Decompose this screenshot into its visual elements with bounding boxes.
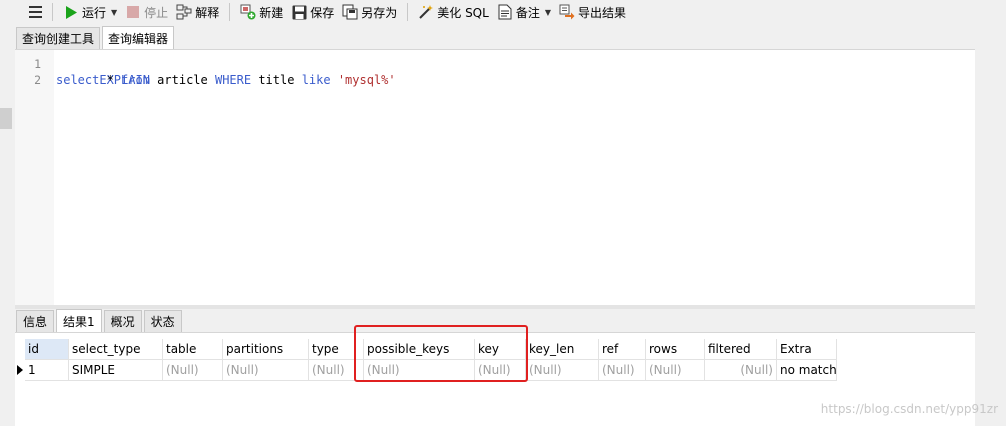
code-line[interactable]: select * from article WHERE title like '… xyxy=(56,72,396,88)
toolbar-separator xyxy=(52,3,53,21)
magic-wand-icon xyxy=(418,4,434,20)
beautify-sql-button[interactable]: 美化 SQL xyxy=(414,1,493,23)
column-header-table[interactable]: table xyxy=(163,339,223,360)
column-header-extra[interactable]: Extra xyxy=(777,339,837,360)
save-as-button[interactable]: 另存为 xyxy=(338,1,401,23)
chevron-down-icon[interactable]: ▼ xyxy=(111,8,117,17)
sql-keyword: like xyxy=(301,73,331,87)
line-gutter xyxy=(15,50,54,305)
explain-button[interactable]: 解释 xyxy=(172,1,223,23)
sql-string: 'mysql%' xyxy=(337,73,396,87)
sql-keyword: from xyxy=(121,73,150,87)
tab-query-builder[interactable]: 查询创建工具 xyxy=(16,27,101,49)
cell-ref[interactable]: (Null) xyxy=(599,360,646,381)
run-button[interactable]: 运行 ▼ xyxy=(59,1,121,23)
save-label: 保存 xyxy=(310,5,335,20)
toolbar-separator xyxy=(229,3,231,21)
sql-keyword: WHERE xyxy=(214,73,252,87)
explain-icon xyxy=(176,4,192,20)
tab-query-editor[interactable]: 查询编辑器 xyxy=(102,26,175,49)
tab-result1[interactable]: 结果1 xyxy=(56,309,102,332)
sql-text: article xyxy=(149,73,215,87)
editor-tabs: 查询创建工具 查询编辑器 xyxy=(16,26,176,49)
panel-collapse-handle[interactable] xyxy=(0,108,12,129)
column-header-key-len[interactable]: key_len xyxy=(526,339,599,360)
cell-partitions[interactable]: (Null) xyxy=(223,360,309,381)
column-header-ref[interactable]: ref xyxy=(599,339,646,360)
new-query-icon xyxy=(240,4,256,20)
toolbar-separator xyxy=(407,3,409,21)
result-tabs: 信息 结果1 概况 状态 xyxy=(16,309,184,332)
cell-filtered[interactable]: (Null) xyxy=(705,360,777,381)
beautify-sql-label: 美化 SQL xyxy=(437,5,489,20)
menu-icon[interactable] xyxy=(24,1,46,23)
note-icon xyxy=(497,4,513,20)
export-results-label: 导出结果 xyxy=(578,5,627,20)
toolbar: 运行 ▼ 停止 解释 新建 保存 另存为 美化 SQL 备注 ▼ 导出结果 xyxy=(0,0,1006,24)
annotation-highlight-box xyxy=(354,325,528,382)
save-icon xyxy=(291,4,307,20)
tab-status[interactable]: 状态 xyxy=(143,310,182,332)
tab-profile[interactable]: 概况 xyxy=(103,310,142,332)
sql-keyword: select xyxy=(56,73,100,87)
stop-icon xyxy=(125,4,141,20)
export-icon xyxy=(559,4,575,20)
cell-extra[interactable]: no matchi xyxy=(777,360,837,381)
stop-label: 停止 xyxy=(144,5,169,20)
sql-editor[interactable]: 1 EXPLAIN 2 select * from article WHERE … xyxy=(15,49,975,305)
current-row-icon xyxy=(17,365,23,375)
note-label: 备注 xyxy=(515,5,540,20)
explain-label: 解释 xyxy=(195,5,220,20)
column-header-filtered[interactable]: filtered xyxy=(705,339,777,360)
line-number: 2 xyxy=(34,73,41,87)
new-label: 新建 xyxy=(259,5,284,20)
save-as-label: 另存为 xyxy=(361,5,398,20)
note-button[interactable]: 备注 ▼ xyxy=(493,1,555,23)
run-label: 运行 xyxy=(82,5,107,20)
play-icon xyxy=(63,4,79,20)
cell-id[interactable]: 1 xyxy=(25,360,69,381)
column-header-partitions[interactable]: partitions xyxy=(223,339,309,360)
cell-rows[interactable]: (Null) xyxy=(646,360,705,381)
chevron-down-icon[interactable]: ▼ xyxy=(545,8,551,17)
column-header-rows[interactable]: rows xyxy=(646,339,705,360)
sql-text: * xyxy=(99,73,122,87)
export-results-button[interactable]: 导出结果 xyxy=(555,1,630,23)
app-window: 运行 ▼ 停止 解释 新建 保存 另存为 美化 SQL 备注 ▼ 导出结果 查询… xyxy=(0,0,1006,426)
save-as-icon xyxy=(342,4,358,20)
cell-select-type[interactable]: SIMPLE xyxy=(69,360,163,381)
cell-table[interactable]: (Null) xyxy=(163,360,223,381)
tab-info[interactable]: 信息 xyxy=(16,310,55,332)
new-button[interactable]: 新建 xyxy=(236,1,287,23)
column-header-select-type[interactable]: select_type xyxy=(69,339,163,360)
right-margin xyxy=(975,49,1006,305)
column-header-id[interactable]: id xyxy=(25,339,69,360)
stop-button[interactable]: 停止 xyxy=(121,1,172,23)
watermark: https://blog.csdn.net/ypp91zr xyxy=(820,402,998,416)
line-number: 1 xyxy=(34,57,41,71)
sql-text: title xyxy=(251,73,302,87)
cell-key-len[interactable]: (Null) xyxy=(526,360,599,381)
save-button[interactable]: 保存 xyxy=(287,1,338,23)
